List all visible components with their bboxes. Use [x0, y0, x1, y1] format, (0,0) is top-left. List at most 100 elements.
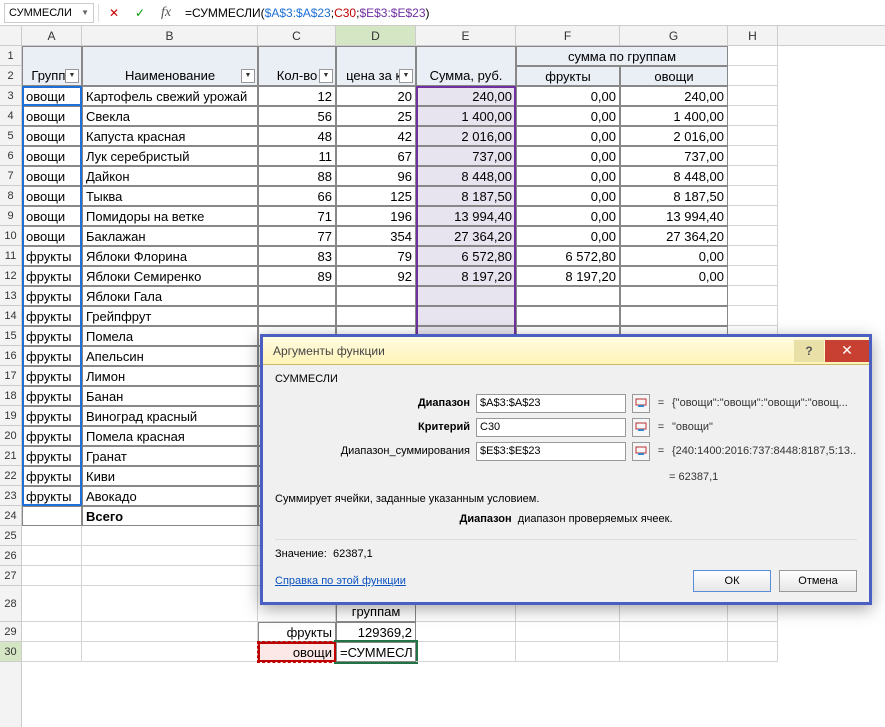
cell-name[interactable]: Гранат — [82, 446, 258, 466]
cell-sum[interactable]: 1 400,00 — [416, 106, 516, 126]
name-box[interactable]: СУММЕСЛИ ▼ — [4, 3, 94, 23]
row-header-6[interactable]: 6 — [0, 146, 21, 166]
cell-name[interactable]: Лук серебристый — [82, 146, 258, 166]
cell-veggies[interactable]: 240,00 — [620, 86, 728, 106]
cell-fruits[interactable]: 8 197,20 — [516, 266, 620, 286]
summary-fruits-value[interactable]: 129369,2 — [336, 622, 416, 642]
cell-fruits[interactable] — [516, 286, 620, 306]
cell-veggies[interactable]: 8 187,50 — [620, 186, 728, 206]
cell-group[interactable]: фрукты — [22, 486, 82, 506]
cell-name[interactable]: Киви — [82, 466, 258, 486]
cell-price[interactable]: 67 — [336, 146, 416, 166]
cell-qty[interactable]: 48 — [258, 126, 336, 146]
cell-price[interactable] — [336, 306, 416, 326]
row-header-18[interactable]: 18 — [0, 386, 21, 406]
cell-name[interactable]: Виноград красный — [82, 406, 258, 426]
cell-name[interactable]: Капуста красная — [82, 126, 258, 146]
cell-group[interactable]: фрукты — [22, 406, 82, 426]
cell-fruits[interactable]: 0,00 — [516, 166, 620, 186]
arg-input-2[interactable]: $E$3:$E$23 — [476, 442, 626, 461]
row-header-22[interactable]: 22 — [0, 466, 21, 486]
accept-formula-icon[interactable]: ✓ — [129, 3, 151, 23]
row-header-15[interactable]: 15 — [0, 326, 21, 346]
cell-group[interactable]: фрукты — [22, 386, 82, 406]
cell-price[interactable]: 125 — [336, 186, 416, 206]
cell-name[interactable]: Грейпфрут — [82, 306, 258, 326]
cell-price[interactable]: 79 — [336, 246, 416, 266]
cell-qty[interactable]: 77 — [258, 226, 336, 246]
filter-dropdown-icon[interactable]: ▼ — [319, 69, 333, 83]
header-qty[interactable] — [258, 46, 336, 66]
cell-price[interactable] — [336, 286, 416, 306]
col-header-F[interactable]: F — [516, 26, 620, 45]
col-header-G[interactable]: G — [620, 26, 728, 45]
cell-veggies[interactable] — [620, 286, 728, 306]
cell-fruits[interactable]: 0,00 — [516, 126, 620, 146]
row-header-26[interactable]: 26 — [0, 546, 21, 566]
header-group-sum[interactable]: сумма по группам — [516, 46, 728, 66]
dialog-titlebar[interactable]: Аргументы функции ? ✕ — [263, 337, 869, 365]
cell-price[interactable]: 196 — [336, 206, 416, 226]
cell-group[interactable]: овощи — [22, 206, 82, 226]
row-header-28[interactable]: 28 — [0, 586, 21, 622]
cell-sum[interactable]: 8 197,20 — [416, 266, 516, 286]
cell-group[interactable]: фрукты — [22, 286, 82, 306]
cell-sum[interactable] — [416, 286, 516, 306]
cell-name[interactable]: Яблоки Гала — [82, 286, 258, 306]
cell-price[interactable]: 25 — [336, 106, 416, 126]
row-header-24[interactable]: 24 — [0, 506, 21, 526]
cell-veggies[interactable] — [620, 306, 728, 326]
name-box-dropdown-icon[interactable]: ▼ — [81, 8, 89, 17]
cell-name[interactable]: Картофель свежий урожай — [82, 86, 258, 106]
cell-group[interactable]: фрукты — [22, 326, 82, 346]
header-sum[interactable] — [416, 46, 516, 66]
cell-group[interactable]: фрукты — [22, 426, 82, 446]
dialog-help-button[interactable]: ? — [794, 340, 824, 362]
cell-sum[interactable]: 6 572,80 — [416, 246, 516, 266]
cell-name[interactable]: Помела — [82, 326, 258, 346]
header-qty-2[interactable]: Кол-во▼ — [258, 66, 336, 86]
row-header-5[interactable]: 5 — [0, 126, 21, 146]
cell-qty[interactable]: 89 — [258, 266, 336, 286]
row-header-4[interactable]: 4 — [0, 106, 21, 126]
col-header-H[interactable]: H — [728, 26, 778, 45]
cell-sum[interactable] — [416, 306, 516, 326]
cell-group[interactable]: овощи — [22, 226, 82, 246]
row-header-30[interactable]: 30 — [0, 642, 21, 662]
cell-name[interactable]: Баклажан — [82, 226, 258, 246]
header-group[interactable] — [22, 46, 82, 66]
cell-veggies[interactable]: 8 448,00 — [620, 166, 728, 186]
col-header-E[interactable]: E — [416, 26, 516, 45]
cell-veggies[interactable]: 737,00 — [620, 146, 728, 166]
row-header-23[interactable]: 23 — [0, 486, 21, 506]
row-header-19[interactable]: 19 — [0, 406, 21, 426]
header-fruits[interactable]: фрукты — [516, 66, 620, 86]
row-header-11[interactable]: 11 — [0, 246, 21, 266]
cell-fruits[interactable]: 6 572,80 — [516, 246, 620, 266]
cell-name[interactable]: Апельсин — [82, 346, 258, 366]
col-header-B[interactable]: B — [82, 26, 258, 45]
cell-qty[interactable]: 83 — [258, 246, 336, 266]
collapse-dialog-icon[interactable] — [632, 418, 650, 437]
header-sum-2[interactable]: Сумма, руб. — [416, 66, 516, 86]
cell-group[interactable]: фрукты — [22, 306, 82, 326]
cell-group[interactable]: овощи — [22, 146, 82, 166]
cell-sum[interactable]: 2 016,00 — [416, 126, 516, 146]
cell-group[interactable]: фрукты — [22, 366, 82, 386]
row-header-12[interactable]: 12 — [0, 266, 21, 286]
cell-group[interactable]: овощи — [22, 126, 82, 146]
cell-sum[interactable]: 240,00 — [416, 86, 516, 106]
row-header-9[interactable]: 9 — [0, 206, 21, 226]
cell-group[interactable]: фрукты — [22, 346, 82, 366]
row-header-29[interactable]: 29 — [0, 622, 21, 642]
cell-qty[interactable]: 66 — [258, 186, 336, 206]
header-name[interactable] — [82, 46, 258, 66]
row-header-25[interactable]: 25 — [0, 526, 21, 546]
arg-input-1[interactable]: C30 — [476, 418, 626, 437]
filter-dropdown-icon[interactable]: ▼ — [65, 69, 79, 83]
cell-price[interactable]: 96 — [336, 166, 416, 186]
cell-group[interactable]: фрукты — [22, 466, 82, 486]
cell[interactable] — [22, 506, 82, 526]
cell-name[interactable]: Лимон — [82, 366, 258, 386]
dialog-help-link[interactable]: Справка по этой функции — [275, 575, 406, 587]
